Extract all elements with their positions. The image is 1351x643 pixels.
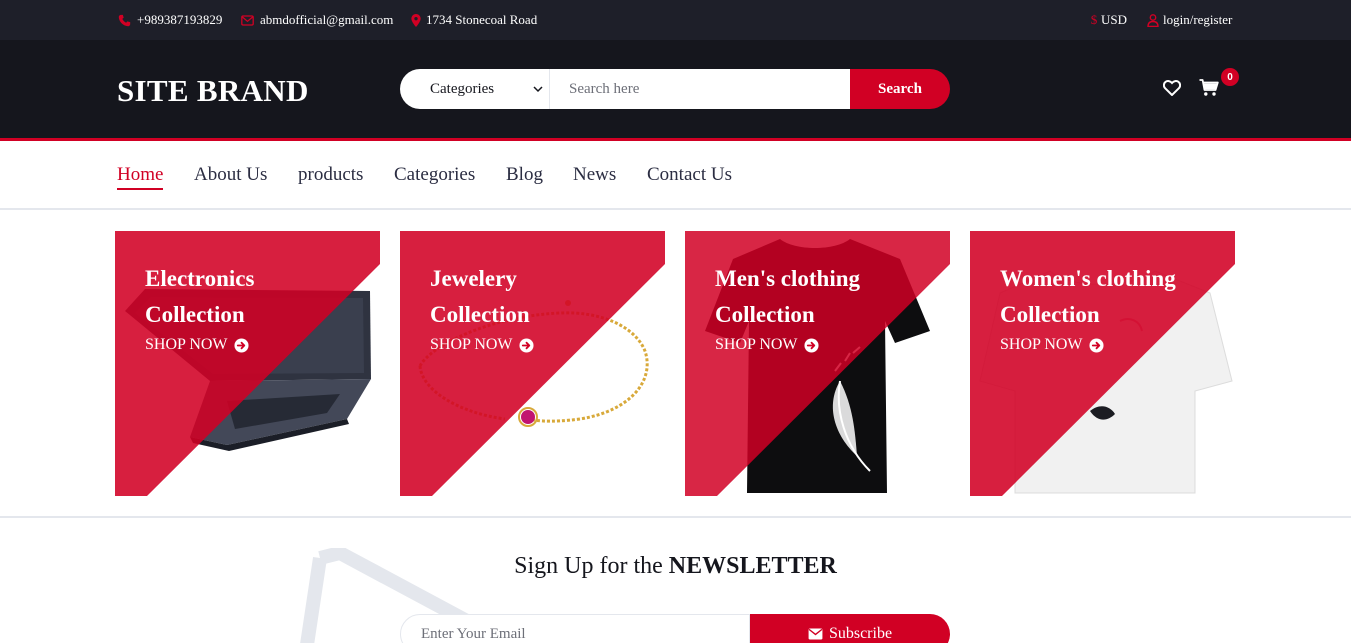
top-header-bar: +989387193829 abmdofficial@gmail.com 173…	[0, 0, 1351, 40]
nav-item-about-us[interactable]: About Us	[194, 164, 267, 186]
collection-title: Women's clothing Collection	[1000, 266, 1176, 327]
phone-icon	[117, 13, 131, 27]
search-form: Categories Search	[400, 69, 950, 109]
site-logo[interactable]: SITE BRAND	[117, 73, 309, 109]
nav-item-home[interactable]: Home	[117, 164, 163, 186]
nav-item-blog[interactable]: Blog	[506, 164, 543, 186]
nav-item-categories[interactable]: Categories	[394, 164, 475, 186]
collection-title: Men's clothing Collection	[715, 266, 861, 327]
arrow-circle-right-icon	[234, 337, 249, 353]
arrow-circle-right-icon	[1089, 337, 1104, 353]
login-register-text: login/register	[1163, 12, 1233, 27]
collection-card-jewelery[interactable]: Jewelery Collection SHOP NOW	[400, 231, 665, 496]
collection-card-womens-clothing[interactable]: Women's clothing Collection SHOP NOW	[970, 231, 1235, 496]
newsletter-email-input[interactable]	[400, 614, 750, 643]
phone-text: +989387193829	[137, 12, 223, 27]
collection-title: Electronics Collection	[145, 266, 255, 327]
newsletter-section: Sign Up for the NEWSLETTER Subscribe	[0, 518, 1351, 643]
shop-now-link[interactable]: SHOP NOW	[145, 336, 249, 354]
wishlist-heart-icon[interactable]	[1162, 80, 1182, 98]
chevron-down-icon	[533, 82, 543, 101]
map-marker-icon	[411, 13, 421, 27]
envelope-icon	[240, 13, 254, 27]
address-text: 1734 Stonecoal Road	[426, 12, 538, 27]
search-input[interactable]	[550, 69, 850, 109]
subscribe-button[interactable]: Subscribe	[750, 614, 950, 643]
dollar-icon: $	[1090, 12, 1098, 27]
shop-now-link[interactable]: SHOP NOW	[715, 336, 819, 354]
envelope-icon	[808, 628, 823, 640]
phone-contact[interactable]: +989387193829	[117, 12, 222, 28]
currency-text: USD	[1101, 12, 1128, 27]
nav-item-products[interactable]: products	[298, 164, 363, 186]
arrow-circle-right-icon	[804, 337, 819, 353]
newsletter-title: Sign Up for the NEWSLETTER	[514, 553, 837, 579]
email-text: abmdofficial@gmail.com	[260, 12, 394, 27]
main-header: SITE BRAND Categories Search 0	[0, 40, 1351, 138]
shopping-cart-icon[interactable]	[1199, 79, 1221, 99]
search-button[interactable]: Search	[850, 69, 950, 109]
main-navigation: Home About Us products Categories Blog N…	[0, 141, 1351, 210]
currency-selector[interactable]: $ USD	[1090, 12, 1127, 28]
address-contact[interactable]: 1734 Stonecoal Road	[411, 12, 537, 28]
user-icon	[1147, 13, 1159, 27]
shop-now-link[interactable]: SHOP NOW	[1000, 336, 1104, 354]
category-select[interactable]: Categories	[400, 69, 550, 109]
active-nav-underline	[117, 188, 163, 190]
collection-card-mens-clothing[interactable]: Men's clothing Collection SHOP NOW	[685, 231, 950, 496]
arrow-circle-right-icon	[519, 337, 534, 353]
category-select-value: Categories	[430, 80, 495, 97]
nav-item-contact-us[interactable]: Contact Us	[647, 164, 732, 186]
shop-now-link[interactable]: SHOP NOW	[430, 336, 534, 354]
collection-title: Jewelery Collection	[430, 266, 530, 327]
nav-item-news[interactable]: News	[573, 164, 616, 186]
cart-count-badge: 0	[1221, 68, 1239, 86]
email-contact[interactable]: abmdofficial@gmail.com	[240, 12, 393, 28]
collection-card-electronics[interactable]: Electronics Collection SHOP NOW	[115, 231, 380, 496]
login-register-link[interactable]: login/register	[1147, 12, 1232, 28]
